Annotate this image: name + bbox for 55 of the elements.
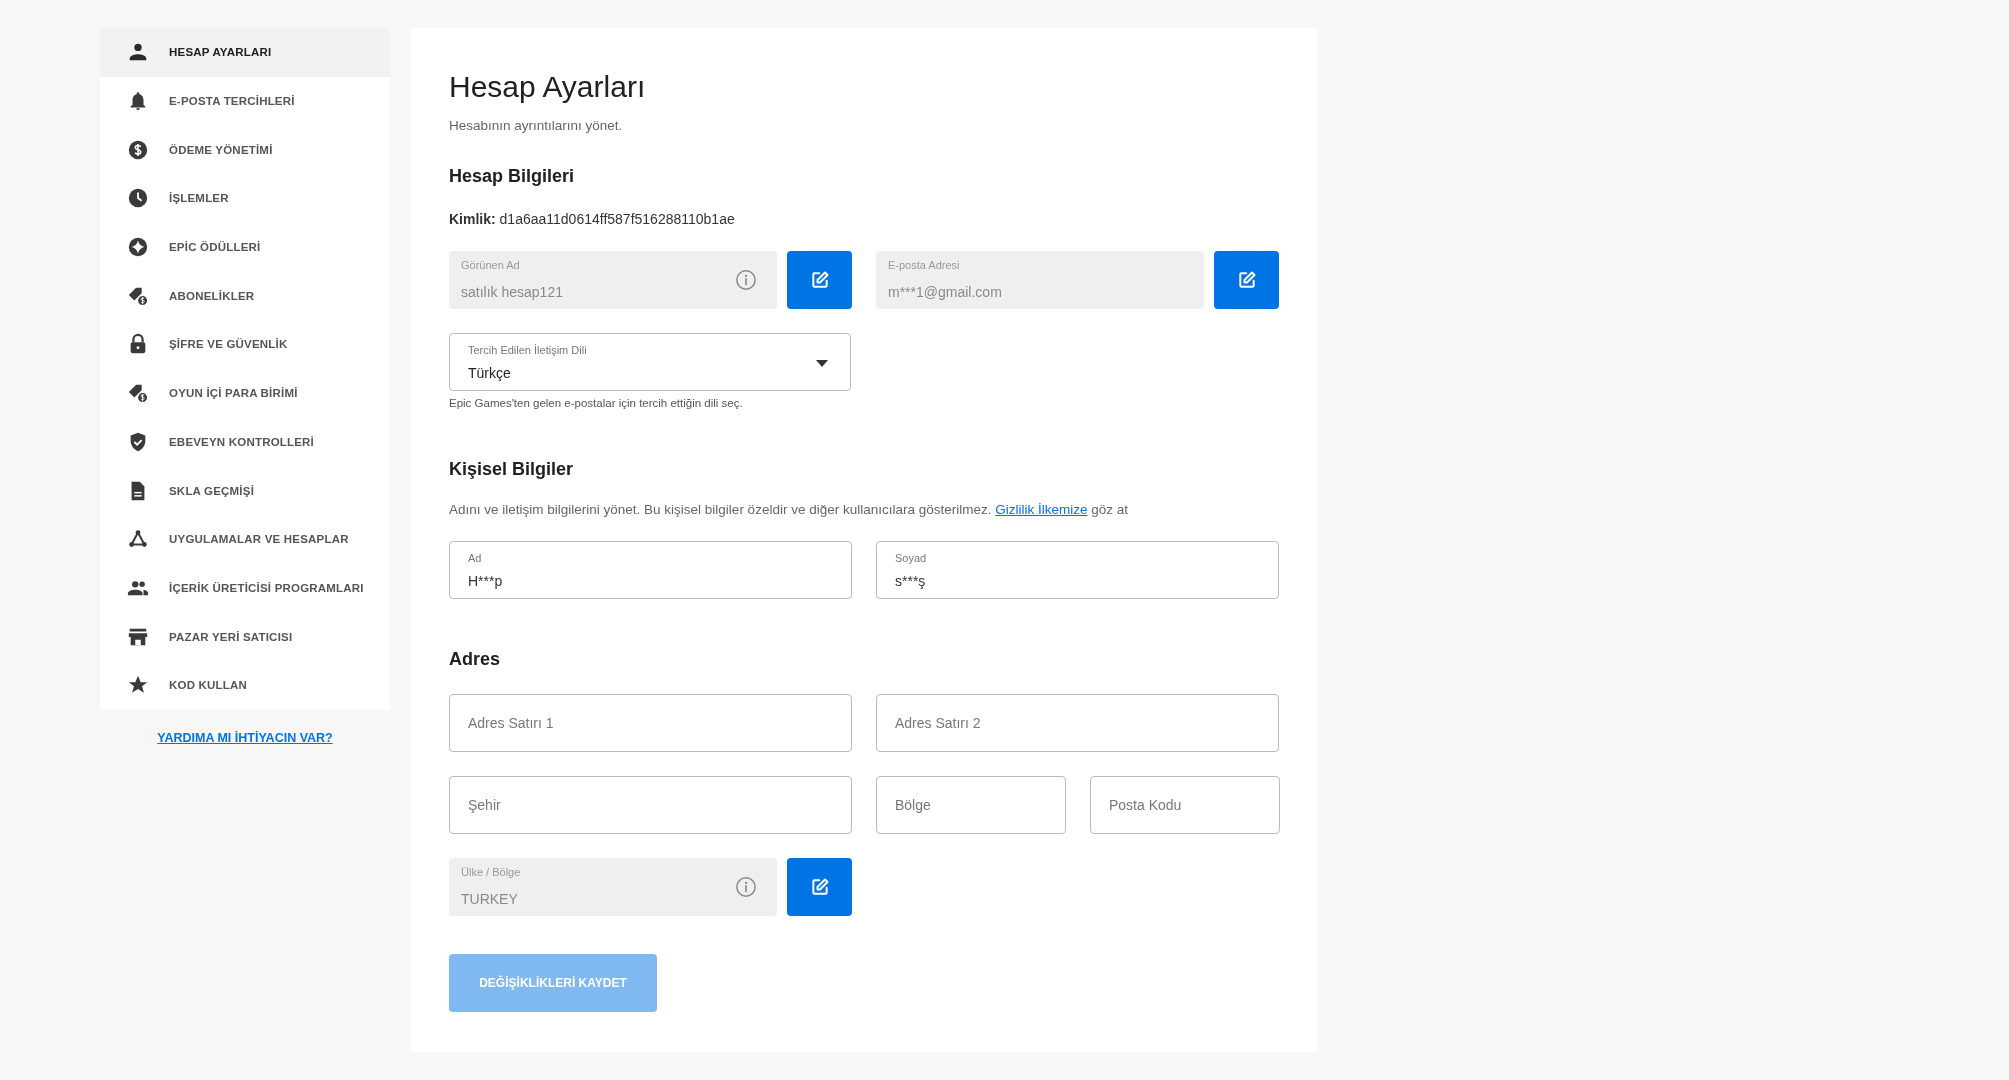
sidebar-item[interactable]: PAZAR YERİ SATICISI [100, 612, 390, 661]
field-hint: Epic Games'ten gelen e-postalar için tercih ettiğin dili seç. [449, 397, 744, 409]
field-label: Soyad [895, 552, 927, 564]
account-id: Kimlik: d1a6aa11d0614ff587f516288110b1ae [449, 211, 736, 227]
field-value: s***ş [895, 573, 926, 589]
sidebar-item[interactable]: EBEVEYN KONTROLLERİ [100, 417, 390, 467]
page-subtitle: Hesabının ayrıntılarını yönet. [449, 118, 624, 133]
dollar-coin-icon [127, 138, 149, 161]
sidebar-item[interactable]: EPİC ÖDÜLLERİ [100, 222, 390, 272]
edit-button[interactable] [787, 858, 852, 916]
field-label: Ülke / Bölge [461, 866, 521, 878]
sidebar-item[interactable]: İÇERİK ÜRETİCİSİ PROGRAMLARI [100, 563, 390, 613]
sidebar-item[interactable]: E-POSTA TERCİHLERİ [100, 76, 390, 126]
edit-icon [809, 877, 830, 897]
field-value: TURKEY [461, 891, 518, 907]
sidebar-item[interactable]: İŞLEMLER [100, 174, 390, 223]
page-title: Hesap Ayarları [449, 70, 647, 104]
privacy-link[interactable]: Gizlilik İlkemize [995, 502, 1088, 517]
field-label: Ad [468, 552, 482, 564]
info-icon[interactable] [735, 876, 757, 898]
personal-description: Adını ve iletişim bilgilerini yönet. Bu kişisel bilgiler özeldir ve diğer kullanıcılara gösterilmez. Gizlilik İlkemize göz at [449, 502, 1130, 517]
sidebar-item[interactable]: UYGULAMALAR VE HESAPLAR [100, 514, 390, 564]
sidebar-item[interactable]: ABONELİKLER [100, 271, 390, 321]
language-dropdown[interactable]: Tercih Edilen İletişim Dili Türkçe [449, 333, 851, 391]
info-icon[interactable] [735, 269, 757, 291]
field-label: Tercih Edilen İletişim Dili [468, 344, 587, 356]
field-value: H***p [468, 573, 503, 589]
section-title: Kişisel Bilgiler [449, 459, 575, 480]
sidebar-item[interactable]: KOD KULLAN [100, 660, 390, 710]
sidebar-item[interactable]: OYUN İÇİ PARA BİRİMİ [100, 368, 390, 418]
caret-icon [816, 360, 828, 367]
clock-icon [127, 187, 149, 210]
dropdown-value: Türkçe [468, 365, 511, 381]
input-field[interactable]: Soyad s***ş [876, 541, 1279, 599]
field-label: Görünen Ad [461, 259, 520, 271]
edit-button[interactable] [1214, 251, 1279, 309]
input-field[interactable]: Adres Satırı 2 [876, 694, 1279, 752]
star-badge-icon [127, 236, 149, 259]
help-link[interactable]: YARDIMA MI İHTİYACIN VAR? [157, 730, 333, 745]
edit-icon [809, 270, 830, 290]
sidebar-item[interactable]: ŞİFRE VE GÜVENLİK [100, 320, 390, 369]
input-field[interactable]: Adres Satırı 1 [449, 694, 852, 752]
section-title: Hesap Bilgileri [449, 166, 576, 187]
tag-coin-icon [127, 382, 149, 405]
edit-button[interactable] [787, 251, 852, 309]
edit-icon [1236, 270, 1257, 290]
input-field[interactable]: Şehir [449, 776, 852, 834]
field-label: E-posta Adresi [888, 259, 960, 271]
sidebar-item[interactable]: ÖDEME YÖNETİMİ [100, 125, 390, 175]
sidebar-item[interactable]: HESAP AYARLARI [100, 28, 390, 77]
input-field[interactable]: Bölge [876, 776, 1066, 834]
sidebar-item[interactable]: SKLA GEÇMİŞİ [100, 466, 390, 515]
input-field[interactable]: Ad H***p [449, 541, 852, 599]
section-title: Adres [449, 649, 502, 670]
input-field[interactable]: Posta Kodu [1090, 776, 1280, 834]
